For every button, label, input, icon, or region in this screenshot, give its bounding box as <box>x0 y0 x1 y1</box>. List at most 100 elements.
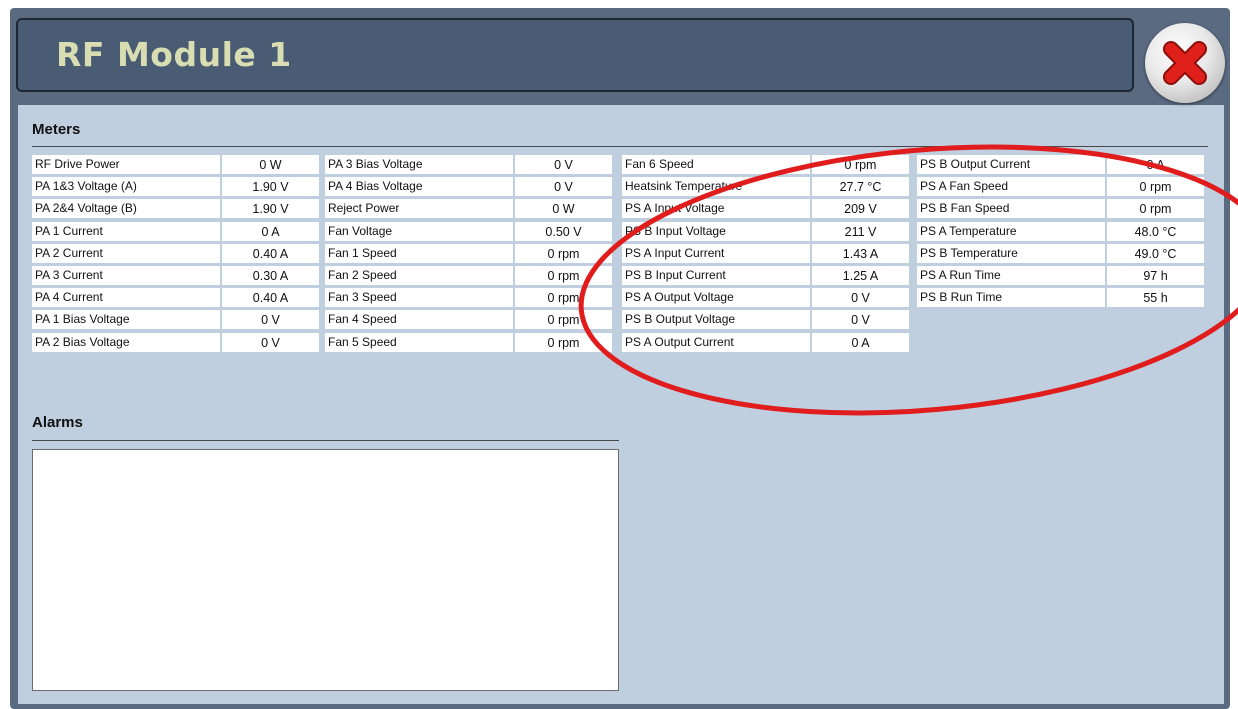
meter-value: 1.43 A <box>812 244 909 263</box>
meter-row: PS B Temperature 49.0 °C <box>917 244 1204 264</box>
meter-label: PS A Fan Speed <box>917 177 1105 196</box>
meter-value: 0 V <box>812 310 909 329</box>
meter-label: PA 2 Bias Voltage <box>32 333 220 352</box>
meter-row: PS B Fan Speed 0 rpm <box>917 199 1204 219</box>
meter-row: Fan 5 Speed 0 rpm <box>325 333 612 353</box>
meter-label: PS B Run Time <box>917 288 1105 307</box>
meter-value: 209 V <box>812 199 909 218</box>
meter-row: PS B Output Voltage 0 V <box>622 310 909 330</box>
meter-value: 0 A <box>1107 155 1204 174</box>
meter-value: 0 V <box>222 333 319 352</box>
meter-value: 0 rpm <box>1107 199 1204 218</box>
meter-row: Reject Power 0 W <box>325 199 612 219</box>
meters-divider <box>32 146 1208 147</box>
meter-label: PA 2 Current <box>32 244 220 263</box>
meter-row: PS B Run Time 55 h <box>917 288 1204 308</box>
meter-row: PA 2 Current 0.40 A <box>32 244 319 264</box>
meter-value: 48.0 °C <box>1107 222 1204 241</box>
meter-row: Fan 2 Speed 0 rpm <box>325 266 612 286</box>
meter-row: PS A Temperature 48.0 °C <box>917 222 1204 242</box>
meter-row: PA 2&4 Voltage (B) 1.90 V <box>32 199 319 219</box>
meter-label: Reject Power <box>325 199 513 218</box>
meter-label: PA 4 Bias Voltage <box>325 177 513 196</box>
meter-value: 0 A <box>812 333 909 352</box>
meter-value: 1.90 V <box>222 199 319 218</box>
meter-label: Fan 1 Speed <box>325 244 513 263</box>
meter-label: PS A Output Voltage <box>622 288 810 307</box>
meter-row: Fan 6 Speed 0 rpm <box>622 155 909 175</box>
meter-label: PS A Input Voltage <box>622 199 810 218</box>
alarms-list[interactable] <box>32 449 619 691</box>
meter-value: 0 rpm <box>515 244 612 263</box>
meter-row: PS A Output Voltage 0 V <box>622 288 909 308</box>
meter-value: 0 W <box>222 155 319 174</box>
meter-row: Fan 3 Speed 0 rpm <box>325 288 612 308</box>
close-icon <box>1163 41 1207 85</box>
meter-row: Fan Voltage 0.50 V <box>325 222 612 242</box>
alarms-divider <box>32 440 619 441</box>
meter-row: PS A Input Voltage 209 V <box>622 199 909 219</box>
meter-row: PA 3 Current 0.30 A <box>32 266 319 286</box>
meter-label: RF Drive Power <box>32 155 220 174</box>
alarms-title: Alarms <box>32 414 83 431</box>
meter-row: PA 1 Bias Voltage 0 V <box>32 310 319 330</box>
meter-label: PA 1 Bias Voltage <box>32 310 220 329</box>
meter-label: PS B Output Voltage <box>622 310 810 329</box>
meter-label: PS B Input Current <box>622 266 810 285</box>
meter-row: PA 1 Current 0 A <box>32 222 319 242</box>
meter-value: 27.7 °C <box>812 177 909 196</box>
meter-label: PA 3 Bias Voltage <box>325 155 513 174</box>
meter-value: 0 rpm <box>515 288 612 307</box>
meter-row: PA 1&3 Voltage (A) 1.90 V <box>32 177 319 197</box>
meter-value: 0.40 A <box>222 288 319 307</box>
meter-label: Fan 4 Speed <box>325 310 513 329</box>
meter-label: PA 4 Current <box>32 288 220 307</box>
meter-value: 1.90 V <box>222 177 319 196</box>
meter-label: Fan 2 Speed <box>325 266 513 285</box>
meter-value: 49.0 °C <box>1107 244 1204 263</box>
meter-row: PS A Fan Speed 0 rpm <box>917 177 1204 197</box>
meter-label: PS A Input Current <box>622 244 810 263</box>
meter-label: PS A Output Current <box>622 333 810 352</box>
meter-value: 0 V <box>515 177 612 196</box>
meter-label: Fan 3 Speed <box>325 288 513 307</box>
meter-value: 211 V <box>812 222 909 241</box>
page-title: RF Module 1 <box>56 35 292 74</box>
meter-label: PS A Run Time <box>917 266 1105 285</box>
meter-label: Fan 5 Speed <box>325 333 513 352</box>
meter-label: PA 2&4 Voltage (B) <box>32 199 220 218</box>
meter-label: PS B Fan Speed <box>917 199 1105 218</box>
title-bar: RF Module 1 <box>16 18 1134 92</box>
meter-row: PS B Input Current 1.25 A <box>622 266 909 286</box>
meter-row: PA 4 Current 0.40 A <box>32 288 319 308</box>
meter-row: Fan 4 Speed 0 rpm <box>325 310 612 330</box>
meter-label: PS B Temperature <box>917 244 1105 263</box>
meter-value: 1.25 A <box>812 266 909 285</box>
meters-title: Meters <box>32 121 81 138</box>
meter-value: 0 V <box>812 288 909 307</box>
meter-label: Heatsink Temperature <box>622 177 810 196</box>
meter-row: PS B Input Voltage 211 V <box>622 222 909 242</box>
meter-row: PA 3 Bias Voltage 0 V <box>325 155 612 175</box>
meter-value: 0.30 A <box>222 266 319 285</box>
meter-row: PS A Input Current 1.43 A <box>622 244 909 264</box>
meter-row: Heatsink Temperature 27.7 °C <box>622 177 909 197</box>
meter-label: PA 1&3 Voltage (A) <box>32 177 220 196</box>
meter-value: 0 W <box>515 199 612 218</box>
meter-label: PS A Temperature <box>917 222 1105 241</box>
meter-row: PS A Output Current 0 A <box>622 333 909 353</box>
meter-row: Fan 1 Speed 0 rpm <box>325 244 612 264</box>
meter-label: Fan Voltage <box>325 222 513 241</box>
meter-value: 0 V <box>222 310 319 329</box>
meter-row: PA 2 Bias Voltage 0 V <box>32 333 319 353</box>
meter-value: 0 V <box>515 155 612 174</box>
close-button[interactable] <box>1145 23 1225 103</box>
meter-label: PA 3 Current <box>32 266 220 285</box>
meter-row: RF Drive Power 0 W <box>32 155 319 175</box>
meter-label: PS B Output Current <box>917 155 1105 174</box>
meter-value: 0 rpm <box>515 310 612 329</box>
meter-value: 0.40 A <box>222 244 319 263</box>
meter-value: 55 h <box>1107 288 1204 307</box>
meter-value: 0 rpm <box>515 266 612 285</box>
meter-label: Fan 6 Speed <box>622 155 810 174</box>
